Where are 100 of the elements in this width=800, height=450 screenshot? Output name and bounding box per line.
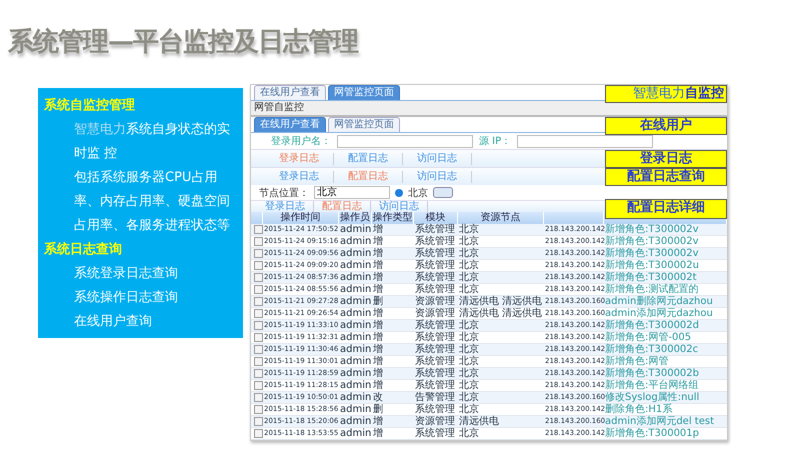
table-cell: admin [339,332,372,343]
checkbox[interactable] [254,237,263,246]
table-cell-text: admin添加网元dazhou [605,308,714,319]
log-tab[interactable]: 配置日志 [334,170,403,182]
checkbox[interactable] [254,309,263,318]
table-cell-text: 系统管理 [414,380,456,391]
table-cell-text: 告警管理 [414,392,456,403]
section-heading: 系统自监控管理 [44,96,136,115]
input-field[interactable] [517,134,654,148]
log-tab[interactable]: 配置日志 [334,152,403,164]
table-cell-text: 增 [372,224,384,235]
tab[interactable]: 网管监控页面 [328,85,400,100]
table-cell: admin [339,284,372,295]
table-cell-text: 新增角色:T300002t [604,272,698,283]
table-cell-text: 北京 [458,404,480,415]
table-cell-text: 系统管理 [414,332,456,343]
table-cell-text: 增 [372,356,384,367]
location-label: 节点位置： [259,186,309,200]
tab[interactable]: 在线用户查看 [254,85,326,100]
table-cell-text: 增 [372,260,384,271]
table-cell: admin [339,428,372,439]
table-cell-text: 资源管理 [414,308,456,319]
table-cell-text: 北京 [458,224,480,235]
tab[interactable]: 在线用户查看 [254,117,326,132]
table-cell-text: 增 [372,368,384,379]
breadcrumb: 网管自监控 [251,101,727,117]
checkbox[interactable] [254,345,263,354]
table-cell-text: 新增角色:T300002b [604,368,700,379]
checkbox[interactable] [254,321,263,330]
table-cell-text: 北京 [458,368,480,379]
checkbox[interactable] [254,405,263,414]
table-cell-text: 系统管理 [414,428,456,439]
table-cell-text: 新增角色:T300002u [604,260,700,271]
table-cell-text: 增 [372,416,384,427]
log-tab[interactable]: 登录日志 [265,152,334,164]
table-cell-text: 增 [372,284,384,295]
list-item: 包括系统服务器CPU占用率、内存占用率、硬盘空间占用率、各服务进程状态等 [73,169,231,235]
table-cell-text: 系统管理 [414,356,456,367]
table-cell-text: admin删除网元dazhou [605,296,714,307]
checkbox[interactable] [254,225,263,234]
checkbox[interactable] [254,369,263,378]
checkbox[interactable] [254,417,263,426]
table-cell-text: 清远供电 清远供电 [458,308,544,319]
tab[interactable]: 网管监控页面 [328,117,400,132]
table-cell-text: 增 [372,248,384,259]
checkbox[interactable] [254,285,263,294]
checkbox[interactable] [254,249,263,258]
checkbox[interactable] [254,357,263,366]
callout-label: 配置日志详细 [605,199,727,219]
table-cell-text: 删 [372,296,384,307]
table-cell-text: 清远供电 清远供电 [458,296,544,307]
table-cell-text: 系统管理 [414,260,456,271]
table-cell-text: 新增角色:T300002v [604,236,700,247]
table-cell-text: 资源管理 [414,296,456,307]
list-item: 智慧电力系统自身状态的实时监 控 [73,121,231,163]
table-cell-text: 改 [372,392,384,403]
log-tab[interactable]: 登录日志 [265,170,334,182]
query-button[interactable] [433,187,453,198]
table-cell-text: 北京 [458,284,480,295]
table-cell-text: admin添加网元del test [605,416,715,427]
table-cell: admin [339,236,372,247]
checkbox[interactable] [254,333,263,342]
checkbox[interactable] [254,297,263,306]
log-tab[interactable]: 访问日志 [403,152,472,164]
table-cell: admin [339,380,372,391]
table-cell-text: 新增角色:网管 [604,356,670,367]
table-cell: admin [339,392,372,403]
checkbox[interactable] [254,381,263,390]
table-cell-text: 清远供电 [458,416,500,427]
table-cell: admin [339,320,372,331]
checkbox[interactable] [254,393,263,402]
table-cell-text: 北京 [458,392,480,403]
table-cell-text: 北京 [458,356,480,367]
log-tab[interactable]: 访问日志 [403,170,472,182]
callout-label: 智慧电力自监控 [605,85,727,103]
checkbox[interactable] [254,429,263,438]
table-cell-text: 增 [372,272,384,283]
table-cell-text: 新增角色:T300002c [604,344,700,355]
list-item: 系统登录日志查询 [73,265,179,283]
checkbox[interactable] [254,273,263,282]
table-cell-text: 系统管理 [414,404,456,415]
table-cell-text: 北京 [458,236,480,247]
table-cell-text: 北京 [458,272,480,283]
table-cell-text: 新增角色:T300002d [604,320,700,331]
table-cell-text: 新增角色:平台网络组 [604,380,700,391]
table-cell: admin [339,404,372,415]
section-heading: 系统日志查询 [44,240,123,259]
filter-label: 登录用户名： [271,134,331,148]
input-field[interactable] [337,134,473,148]
radio-button[interactable] [395,188,403,196]
table-cell-text: 增 [372,308,384,319]
checkbox[interactable] [254,261,263,270]
callout-label: 登录日志 [605,150,727,168]
table-cell-text: 删 [372,404,384,415]
table-cell-text: 系统管理 [414,368,456,379]
location-field[interactable]: 北京 [314,186,390,199]
table-cell-text: 系统管理 [414,272,456,283]
list-item: 在线用户查询 [73,313,153,331]
option-label: 北京 [408,186,428,200]
table-cell-text: 增 [372,236,384,247]
